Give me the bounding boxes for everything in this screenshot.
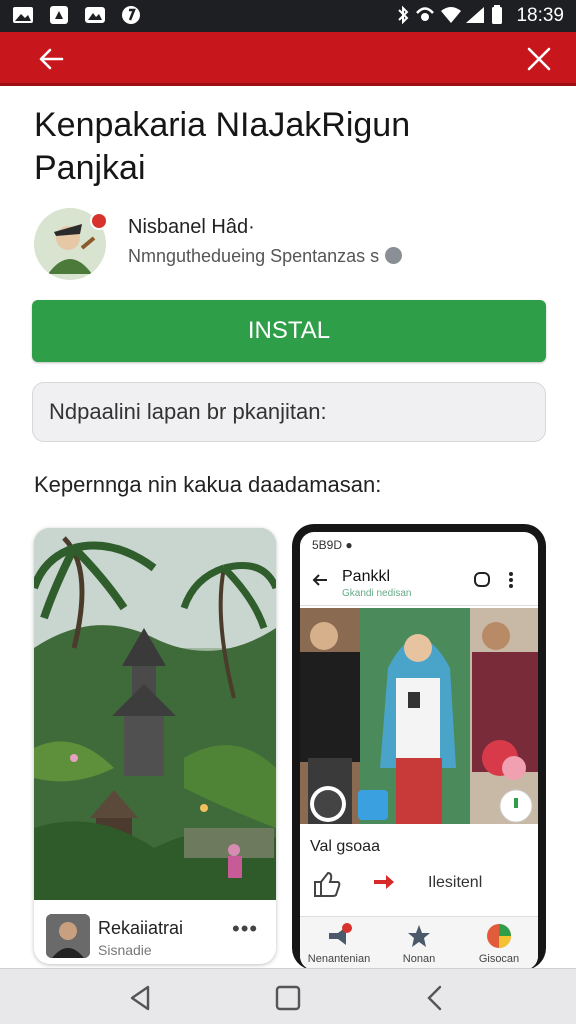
group-photo-image [300,608,538,824]
screenshot-card-1[interactable]: Rekaiiatrai Sisnadie ••• [34,528,276,964]
phone-screen: 5B9D ● Pankkl Gkandi nedisan Val gsoaa I… [300,532,538,970]
phone-menu-icon[interactable] [506,570,516,590]
home-square-icon[interactable] [273,983,303,1013]
install-button[interactable]: INSTAL [32,300,546,362]
card-avatar [46,914,90,958]
developer-badge [90,212,108,230]
wifi-icon [441,7,461,23]
recents-chevron-icon[interactable] [420,983,450,1013]
app-title: Kenpakaria NIaJakRigun Panjkai [34,104,534,190]
info-note: Ndpaalini lapan br pkanjitan: [32,382,546,442]
phone-subtitle: Gkandi nedisan [342,588,412,599]
card-title: Rekaiiatrai [98,918,184,938]
app-bar [0,32,576,86]
gallery-icon [85,7,105,23]
close-icon[interactable] [522,42,556,76]
palette-icon [487,924,511,948]
developer-subtitle-text: Nmnguthedueing Spentanzas s [128,246,380,266]
image-icon [13,7,33,23]
phone-title: Pankkl [342,568,391,585]
phone-chat-icon[interactable] [472,570,492,590]
back-triangle-icon[interactable] [126,983,156,1013]
screenshot-phone-2[interactable]: 5B9D ● Pankkl Gkandi nedisan Val gsoaa I… [292,524,546,970]
star-icon [408,925,430,947]
phone-caption: Val gsoaa [310,838,380,855]
card-avatar-image [46,914,90,958]
app-title-line1: Kenpakaria NIaJakRigun [34,106,411,144]
megaphone-icon [329,923,352,945]
system-nav-bar [0,968,576,1024]
phone-status: 5B9D ● [312,538,353,552]
screenshots-heading: Kepernnga nin kakua daadamasan: [34,472,382,497]
phone-back-icon[interactable] [310,570,330,590]
status-bar: 18:39 [0,0,576,32]
phone-actions: Ilesitenl [300,862,538,906]
status-time: 18:39 [516,5,564,26]
card-subtitle: Sisnadie [98,942,152,958]
sync-icon [122,6,140,24]
more-options-icon[interactable]: ••• [232,916,258,942]
phone-nav-item-1[interactable]: Nenantenian [304,923,374,965]
back-arrow-icon[interactable] [34,42,68,76]
signal-icon [466,7,484,23]
phone-nav-label-3: Gisocan [478,953,520,965]
comment-label[interactable]: Ilesitenl [428,874,482,892]
developer-name[interactable]: Nisbanel‌ Hâd· [128,216,255,239]
developer-subtitle: Nmnguthedueing Spentanzas s [128,246,403,267]
share-icon[interactable] [372,872,396,892]
temple-garden-image [34,528,276,900]
alert-icon [50,6,68,24]
phone-nav-item-2[interactable]: Nonan [384,923,454,965]
phone-nav-label-1: Nenantenian [307,953,371,965]
phone-nav-item-3[interactable]: Gisocan [464,923,534,965]
like-icon[interactable] [312,870,342,898]
phone-nav-label-2: Nonan [402,953,436,965]
battery-icon [492,5,502,24]
app-title-line2: Panjkai [34,149,146,187]
location-icon [416,7,434,21]
phone-app-bar: Pankkl Gkandi nedisan [300,558,538,606]
info-icon[interactable] [385,247,403,264]
phone-bottom-nav: Nenantenian Nonan Gisocan [300,916,538,970]
bluetooth-icon [398,5,409,25]
